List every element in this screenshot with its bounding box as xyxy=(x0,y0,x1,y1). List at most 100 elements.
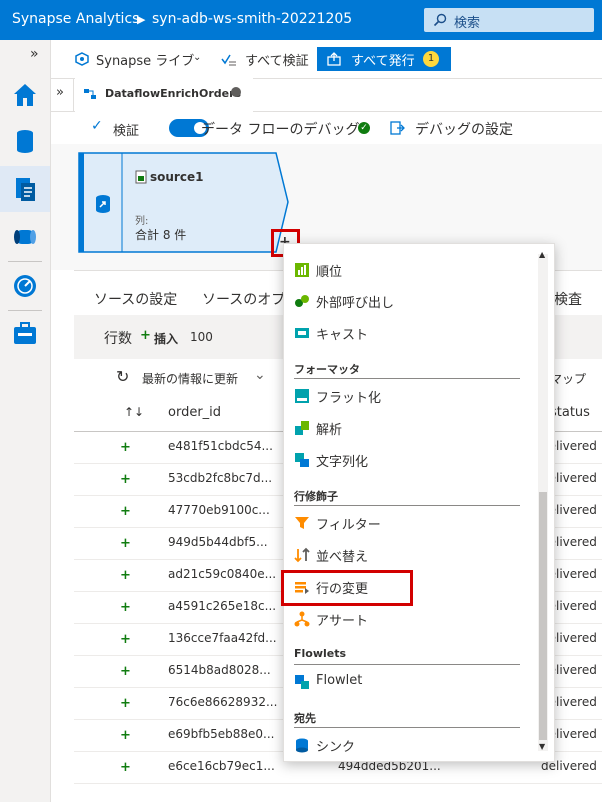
debug-label: データ フローのデバッグ xyxy=(201,122,360,138)
cell-order-id: ad21c59c0840e... xyxy=(168,567,277,581)
scroll-up-icon[interactable]: ▲ xyxy=(539,250,545,259)
assert-icon xyxy=(294,611,310,627)
insert-row-icon: + xyxy=(120,696,131,711)
menu-item-flatten[interactable]: フラット化 xyxy=(294,381,524,411)
tab-inspect[interactable]: 検査 xyxy=(554,289,582,309)
collapse-nav-icon[interactable]: » xyxy=(30,46,39,62)
debug-settings-icon xyxy=(390,121,405,135)
tab-source-settings[interactable]: ソースの設定 xyxy=(94,289,177,309)
cast-icon xyxy=(295,328,309,338)
insert-row-icon: + xyxy=(120,536,131,551)
insert-row-icon: + xyxy=(120,760,131,775)
menu-scroll-thumb[interactable] xyxy=(539,492,547,740)
menu-item-label: 外部呼び出し xyxy=(316,296,395,311)
transform-menu: 順位 外部呼び出し キャスト フォーマッタ フラット化 解析 文字列化 行修飾子… xyxy=(283,243,555,762)
menu-item-label: フラット化 xyxy=(316,391,382,406)
cell-order-id: 53cdb2fc8bc7d... xyxy=(168,471,273,485)
data-icon[interactable] xyxy=(10,126,40,156)
menu-item-sort[interactable]: 並べ替え xyxy=(294,540,524,570)
publish-all-button[interactable]: すべて発行 1 xyxy=(317,47,451,71)
search-placeholder: 検索 xyxy=(454,16,481,31)
insert-row-icon: + xyxy=(120,632,131,647)
workspace-toolbar: Synapse ライブ ⌄ すべて検証 すべて発行 1 xyxy=(51,40,602,79)
sort-icon[interactable]: ↑↓ xyxy=(124,405,144,419)
chevron-down-icon[interactable]: ⌄ xyxy=(193,52,201,63)
workspace-name[interactable]: syn-adb-ws-smith-20221205 xyxy=(152,11,352,27)
synapse-live-icon xyxy=(75,52,89,66)
sink-icon xyxy=(296,738,308,753)
debug-settings-button[interactable]: デバッグの設定 xyxy=(415,119,513,139)
publish-count-badge: 1 xyxy=(423,51,439,67)
tab-source-options[interactable]: ソースのオプ xyxy=(202,289,285,309)
dataflow-toolbar: ✓ 検証 データ フローのデバッグ ✓ デバッグの設定 xyxy=(51,112,602,144)
synapse-live-button[interactable]: Synapse ライブ xyxy=(96,50,194,69)
menu-item-external-call[interactable]: 外部呼び出し xyxy=(294,286,524,316)
external-call-icon xyxy=(295,295,309,307)
cell-order-id: e69bfb5eb88e0... xyxy=(168,727,275,741)
menu-item-stringify[interactable]: 文字列化 xyxy=(294,445,524,475)
node-columns-label: 列: xyxy=(135,216,149,227)
menu-header-destination: 宛先 xyxy=(294,712,316,725)
menu-item-cast[interactable]: キャスト xyxy=(294,318,524,348)
cell-order-id: 47770eb9100c... xyxy=(168,503,270,517)
source1-node[interactable]: source1 列: 合計 8 件 xyxy=(78,152,289,253)
refresh-chevron-icon[interactable]: ⌄ xyxy=(254,367,266,383)
insert-row-icon: + xyxy=(120,728,131,743)
home-icon[interactable] xyxy=(10,80,40,110)
search-input[interactable]: 検索 xyxy=(424,8,594,32)
rows-label: 行数 xyxy=(104,331,132,347)
nav-divider xyxy=(8,310,42,311)
menu-divider xyxy=(294,727,520,728)
column-header-status[interactable]: status xyxy=(550,405,590,420)
insert-row-icon: + xyxy=(120,664,131,679)
cell-order-id: 6514b8ad8028... xyxy=(168,663,271,677)
monitor-icon[interactable] xyxy=(10,271,40,301)
scroll-down-icon[interactable]: ▼ xyxy=(539,742,545,751)
menu-item-label: キャスト xyxy=(316,328,369,343)
menu-item-label: 文字列化 xyxy=(316,455,369,470)
validate-button[interactable]: 検証 xyxy=(113,120,139,139)
integrate-icon[interactable] xyxy=(10,222,40,252)
menu-item-label: 並べ替え xyxy=(316,550,369,565)
cell-order-id: 949d5b44dbf5... xyxy=(168,535,268,549)
highlight-alter-row xyxy=(281,570,413,606)
publish-all-label: すべて発行 xyxy=(351,54,415,69)
menu-divider xyxy=(294,505,520,506)
double-chevron-right-icon: » xyxy=(56,85,64,100)
menu-item-flowlet[interactable]: Flowlet xyxy=(294,667,524,697)
source-icon xyxy=(96,195,110,213)
menu-item-filter[interactable]: フィルター xyxy=(294,508,524,538)
insert-row-icon: + xyxy=(120,600,131,615)
cell-order-id: a4591c265e18c... xyxy=(168,599,277,613)
menu-item-sink[interactable]: シンク xyxy=(294,730,524,760)
map-button[interactable]: マップ xyxy=(550,370,586,387)
menu-divider xyxy=(294,378,520,379)
breadcrumb-separator-icon: ▶ xyxy=(137,13,146,26)
node-title: source1 xyxy=(150,170,204,184)
refresh-button[interactable]: 最新の情報に更新 xyxy=(142,370,238,387)
column-header-order-id[interactable]: order_id xyxy=(168,405,221,420)
insert-row-icon: + xyxy=(120,568,131,583)
manage-icon[interactable] xyxy=(10,319,40,349)
expand-pane-button[interactable]: » xyxy=(51,78,74,111)
menu-item-label: シンク xyxy=(316,740,356,755)
cell-order-id: 136cce7faa42fd... xyxy=(168,631,277,645)
flowlet-icon xyxy=(295,675,309,689)
menu-item-label: Flowlet xyxy=(316,673,363,688)
insert-count: 100 xyxy=(190,330,213,344)
tab-row: » DataflowEnrichOrders xyxy=(51,78,602,112)
menu-item-rank[interactable]: 順位 xyxy=(294,255,524,285)
tab-label: DataflowEnrichOrders xyxy=(105,87,242,100)
develop-icon[interactable] xyxy=(10,174,40,204)
menu-item-parse[interactable]: 解析 xyxy=(294,413,524,443)
insert-row-icon: + xyxy=(120,504,131,519)
refresh-icon[interactable]: ↻ xyxy=(116,367,129,386)
tab-dataflow[interactable]: DataflowEnrichOrders xyxy=(75,78,253,112)
menu-scrollbar[interactable]: ▲ ▼ xyxy=(538,250,548,751)
menu-item-label: フィルター xyxy=(316,518,381,533)
search-icon xyxy=(433,13,447,27)
validate-all-button[interactable]: すべて検証 xyxy=(245,50,309,69)
top-bar: Synapse Analytics ▶ syn-adb-ws-smith-202… xyxy=(0,0,602,40)
app-title[interactable]: Synapse Analytics xyxy=(12,11,139,27)
menu-item-assert[interactable]: アサート xyxy=(294,604,524,634)
